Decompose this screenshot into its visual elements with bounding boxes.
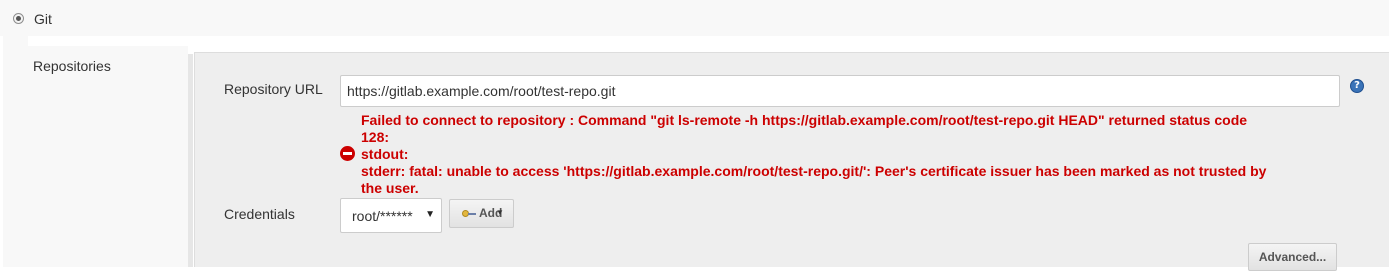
git-radio-button[interactable] xyxy=(13,13,24,24)
repositories-section-label: Repositories xyxy=(33,58,111,74)
error-message: Failed to connect to repository : Comman… xyxy=(361,112,1351,197)
error-line: the user. xyxy=(361,180,419,196)
scm-option-row xyxy=(0,0,1389,36)
credentials-selected-value: root/****** xyxy=(352,208,413,224)
error-line: stderr: fatal: unable to access 'https:/… xyxy=(361,163,1267,179)
dropdown-arrow-icon: ▼ xyxy=(425,209,435,220)
repositories-label-column xyxy=(28,46,188,267)
left-gutter xyxy=(0,36,28,267)
key-icon xyxy=(462,210,476,218)
credentials-label: Credentials xyxy=(224,206,295,222)
git-option-label: Git xyxy=(34,11,52,27)
add-credentials-button[interactable]: Add ▼ xyxy=(449,199,514,228)
left-gutter-edge xyxy=(0,36,3,267)
repository-url-input[interactable] xyxy=(340,75,1340,107)
error-icon xyxy=(340,146,355,161)
credentials-select[interactable]: root/****** ▼ xyxy=(340,198,442,233)
help-icon[interactable]: ? xyxy=(1350,79,1364,93)
error-line: 128: xyxy=(361,129,390,145)
error-line: Failed to connect to repository : Comman… xyxy=(361,112,1248,128)
error-line: stdout: xyxy=(361,146,409,162)
caret-down-icon: ▼ xyxy=(496,208,504,217)
repository-url-label: Repository URL xyxy=(224,81,323,97)
section-divider xyxy=(188,54,193,267)
